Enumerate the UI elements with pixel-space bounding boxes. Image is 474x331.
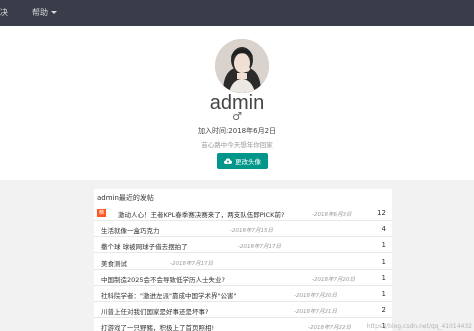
top-navbar: 决 帮助 xyxy=(0,0,474,26)
chevron-down-icon xyxy=(51,11,57,14)
post-date: -2018年7月21日 xyxy=(294,309,337,316)
post-title-link[interactable]: 激动人心！王者KPL春季赛决赛来了，两支队伍即PICK前? xyxy=(118,209,284,219)
reply-count: 1 xyxy=(381,241,386,250)
post-row[interactable]: 打游戏了一只野豬，积极上了首页照相! -2018年7月22日 1 xyxy=(94,318,392,331)
join-date: 加入时间:2018年6月2日 xyxy=(197,127,277,135)
post-date: -2018年7月20日 xyxy=(294,293,337,299)
reply-count: 4 xyxy=(381,225,386,234)
post-row[interactable]: 美食测试 -2018年7月17日 1 xyxy=(94,254,392,270)
post-row[interactable]: 精 激动人心！王者KPL春季赛决赛来了，两支队伍即PICK前? -2018年6月3日… xyxy=(94,205,392,221)
watermark: https://blog.csdn.net/qq_41014432 xyxy=(366,323,472,330)
reply-count: 1 xyxy=(381,290,386,298)
cloud-upload-icon xyxy=(224,158,232,164)
recent-posts-heading: admin最近的发帖 xyxy=(97,194,154,202)
recent-posts-panel: admin最近的发帖 精 激动人心！王者KPL春季赛决赛来了，两支队伍即PICK前… xyxy=(94,189,392,331)
post-date: -2018年7月15日 xyxy=(230,228,273,235)
change-avatar-button[interactable]: 更改头像 xyxy=(217,153,268,169)
reply-count: 12 xyxy=(377,209,386,217)
nav-item-partial[interactable]: 决 xyxy=(0,7,8,18)
post-date: -2018年7月17日 xyxy=(170,260,213,267)
post-row[interactable]: 川普上任对我们国家是好事还是坏事? -2018年7月21日 2 xyxy=(94,302,392,319)
post-date: -2018年6月3日 xyxy=(312,212,352,218)
reply-count: 1 xyxy=(381,257,386,266)
nav-help-label: 帮助 xyxy=(32,8,48,17)
featured-badge: 精 xyxy=(97,209,106,217)
reply-count: 2 xyxy=(381,306,386,315)
reply-count: 1 xyxy=(381,273,386,282)
post-date: -2018年7月20日 xyxy=(312,276,355,283)
post-date: -2018年7月22日 xyxy=(308,325,351,331)
post-row[interactable]: 生活就像一盒巧克力 -2018年7月15日 4 xyxy=(94,221,392,238)
avatar-image xyxy=(215,39,269,93)
user-bio: 芸心路中今天想年你回家 xyxy=(201,141,273,149)
post-row[interactable]: 撒个球 球被网球子借去摆拍了 -2018年7月17日 1 xyxy=(94,237,392,254)
post-title-link[interactable]: 川普上任对我们国家是好事还是坏事? xyxy=(101,306,208,316)
post-row[interactable]: 社科院学者："激进左派"靠成中国学术界"公害" -2018年7月20日 1 xyxy=(94,286,392,302)
post-title-link[interactable]: 撒个球 球被网球子借去摆拍了 xyxy=(101,241,188,251)
change-avatar-label: 更改头像 xyxy=(235,158,261,166)
nav-item-help[interactable]: 帮助 xyxy=(32,7,57,18)
post-title-link[interactable]: 生活就像一盒巧克力 xyxy=(101,225,160,235)
post-title-link[interactable]: 社科院学者："激进左派"靠成中国学术界"公害" xyxy=(101,290,236,300)
avatar xyxy=(215,39,269,93)
profile-section: admin ♂ 加入时间:2018年6月2日 芸心路中今天想年你回家 更改头像 xyxy=(0,26,474,180)
post-date: -2018年7月17日 xyxy=(238,244,281,251)
gender-icon: ♂ xyxy=(232,110,242,123)
post-title-link[interactable]: 打游戏了一只野豬，积极上了首页照相! xyxy=(101,322,214,331)
post-row[interactable]: 中国制造2025会不会导致低学历人士失业? -2018年7月20日 1 xyxy=(94,270,392,286)
post-title-link[interactable]: 中国制造2025会不会导致低学历人士失业? xyxy=(101,274,225,284)
post-title-link[interactable]: 美食测试 xyxy=(101,258,127,268)
